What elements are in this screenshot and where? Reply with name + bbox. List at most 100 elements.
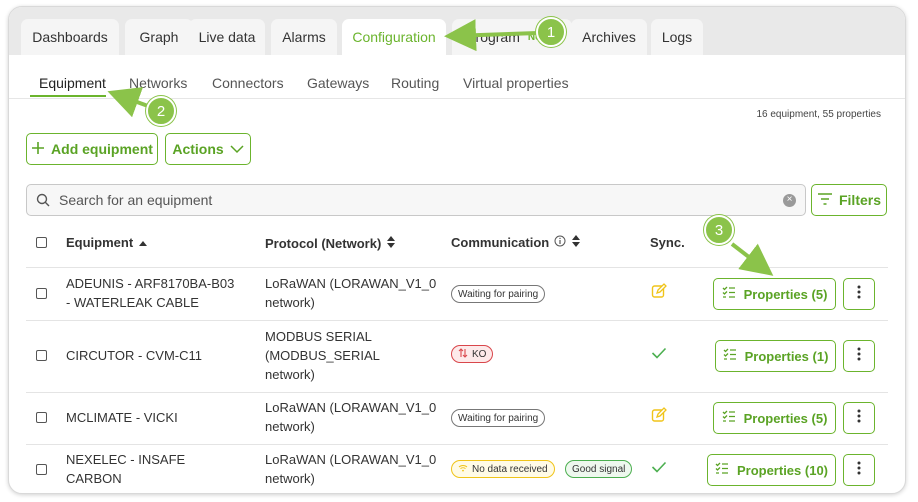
row-checkbox[interactable] <box>36 412 47 423</box>
equipment-name[interactable]: ADEUNIS - ARF8170BA-B03 - WATERLEAK CABL… <box>66 274 234 312</box>
more-options-button[interactable] <box>843 278 875 310</box>
equipment-name[interactable]: NEXELEC - INSAFE CARBON <box>66 450 185 488</box>
properties-button[interactable]: Properties (1) <box>715 340 836 372</box>
more-vertical-icon <box>857 285 861 304</box>
protocol-network: LoRaWAN (LORAWAN_V1_0 network) <box>265 274 436 312</box>
clear-search-icon[interactable]: × <box>783 193 796 207</box>
divider <box>26 392 888 393</box>
actions-button[interactable]: Actions <box>165 133 251 165</box>
tab-archives[interactable]: Archives <box>571 19 647 55</box>
status-label: Good signal <box>572 463 626 475</box>
equipment-name-line: MCLIMATE - VICKI <box>66 410 178 425</box>
sync-ok-check-icon <box>651 460 667 478</box>
select-all-checkbox[interactable] <box>36 237 47 248</box>
tab-label: Archives <box>582 29 636 45</box>
tab-graph[interactable]: Graph <box>125 19 193 55</box>
search-input[interactable] <box>59 185 783 215</box>
sort-icon <box>571 234 581 251</box>
sub-tab-bar: Equipment Networks Connectors Gateways R… <box>9 55 905 99</box>
tab-label: Alarms <box>282 29 326 45</box>
subtab-virtual-properties[interactable]: Virtual properties <box>463 75 569 91</box>
filter-icon <box>817 192 833 208</box>
row-checkbox[interactable] <box>36 464 47 475</box>
checklist-icon <box>722 410 736 426</box>
protocol-network: MODBUS SERIAL (MODBUS_SERIAL network) <box>265 327 380 384</box>
properties-label: Properties (5) <box>743 410 828 426</box>
tab-label: rogram <box>475 29 520 45</box>
add-equipment-label: Add equipment <box>51 141 153 157</box>
tab-dashboards[interactable]: Dashboards <box>21 19 119 55</box>
status-badge-ko: KO <box>451 345 494 363</box>
tab-configuration[interactable]: Configuration <box>342 19 446 55</box>
properties-button[interactable]: Properties (10) <box>707 454 836 486</box>
add-equipment-button[interactable]: Add equipment <box>26 133 158 165</box>
subtab-networks[interactable]: Networks <box>129 75 187 91</box>
equipment-name-line: NEXELEC - INSAFE <box>66 452 186 467</box>
more-vertical-icon <box>857 347 861 366</box>
sync-pending-icon <box>651 407 667 428</box>
sync-ok-check-icon <box>651 346 667 364</box>
callout-1: 1 <box>536 17 566 47</box>
checklist-icon <box>722 286 736 302</box>
info-icon[interactable] <box>554 235 566 250</box>
protocol-line: LoRaWAN (LORAWAN_V1_0 <box>265 276 437 291</box>
more-options-button[interactable] <box>843 402 875 434</box>
equipment-name-line: CARBON <box>66 471 122 486</box>
tab-live-data[interactable]: Live data <box>189 19 265 55</box>
subtab-connectors[interactable]: Connectors <box>212 75 284 91</box>
tab-logs[interactable]: Logs <box>651 19 703 55</box>
properties-button[interactable]: Properties (5) <box>713 402 836 434</box>
protocol-network: LoRaWAN (LORAWAN_V1_0 network) <box>265 398 436 436</box>
status-label: Waiting for pairing <box>458 288 539 300</box>
equipment-name-line: ADEUNIS - ARF8170BA-B03 <box>66 276 235 291</box>
checklist-icon <box>723 348 737 364</box>
tab-label: Logs <box>661 29 693 45</box>
subtab-routing[interactable]: Routing <box>391 75 439 91</box>
properties-button[interactable]: Properties (5) <box>713 278 836 310</box>
more-vertical-icon <box>857 409 861 428</box>
subtab-gateways[interactable]: Gateways <box>307 75 369 91</box>
column-header-communication[interactable]: Communication <box>451 234 581 251</box>
search-icon <box>36 193 50 207</box>
tab-label: Live data <box>198 29 256 45</box>
protocol-line: (MODBUS_SERIAL <box>265 348 380 363</box>
wifi-icon <box>458 464 468 475</box>
status-badge-waiting: Waiting for pairing <box>451 285 546 303</box>
divider <box>26 444 888 445</box>
equipment-name[interactable]: CIRCUTOR - CVM-C11 <box>66 346 202 365</box>
protocol-network: LoRaWAN (LORAWAN_V1_0 network) <box>265 450 436 488</box>
more-options-button[interactable] <box>843 454 875 486</box>
search-bar: × <box>26 184 806 216</box>
status-label: No data received <box>472 463 548 475</box>
filters-label: Filters <box>838 192 881 208</box>
callout-3: 3 <box>704 215 734 245</box>
subtab-equipment[interactable]: Equipment <box>39 75 106 91</box>
protocol-line: network) <box>265 419 315 434</box>
column-label: Protocol (Network) <box>265 236 382 251</box>
protocol-line: network) <box>265 471 315 486</box>
protocol-line: network) <box>265 367 315 382</box>
filters-button[interactable]: Filters <box>811 184 887 216</box>
sync-pending-icon <box>651 283 667 304</box>
column-label: Equipment <box>66 235 134 250</box>
status-label: KO <box>472 348 487 360</box>
row-checkbox[interactable] <box>36 288 47 299</box>
more-vertical-icon <box>857 461 861 480</box>
column-label: Communication <box>451 235 550 250</box>
protocol-line: MODBUS SERIAL <box>265 329 372 344</box>
column-header-protocol[interactable]: Protocol (Network) <box>265 235 396 252</box>
divider <box>26 267 888 268</box>
tab-alarms[interactable]: Alarms <box>271 19 337 55</box>
equipment-name-line: CIRCUTOR - CVM-C11 <box>66 348 203 363</box>
column-header-equipment[interactable]: Equipment <box>66 235 148 250</box>
row-checkbox[interactable] <box>36 350 47 361</box>
column-header-sync: Sync. <box>650 235 685 250</box>
chevron-down-icon <box>230 141 244 157</box>
equipment-name[interactable]: MCLIMATE - VICKI <box>66 408 178 427</box>
callout-2: 2 <box>146 96 176 126</box>
column-label: Sync. <box>650 235 685 250</box>
more-options-button[interactable] <box>843 340 875 372</box>
active-subtab-indicator <box>30 95 106 97</box>
app-window: Dashboards Graph Live data Alarms Config… <box>8 6 906 494</box>
tab-label: Graph <box>139 29 179 45</box>
